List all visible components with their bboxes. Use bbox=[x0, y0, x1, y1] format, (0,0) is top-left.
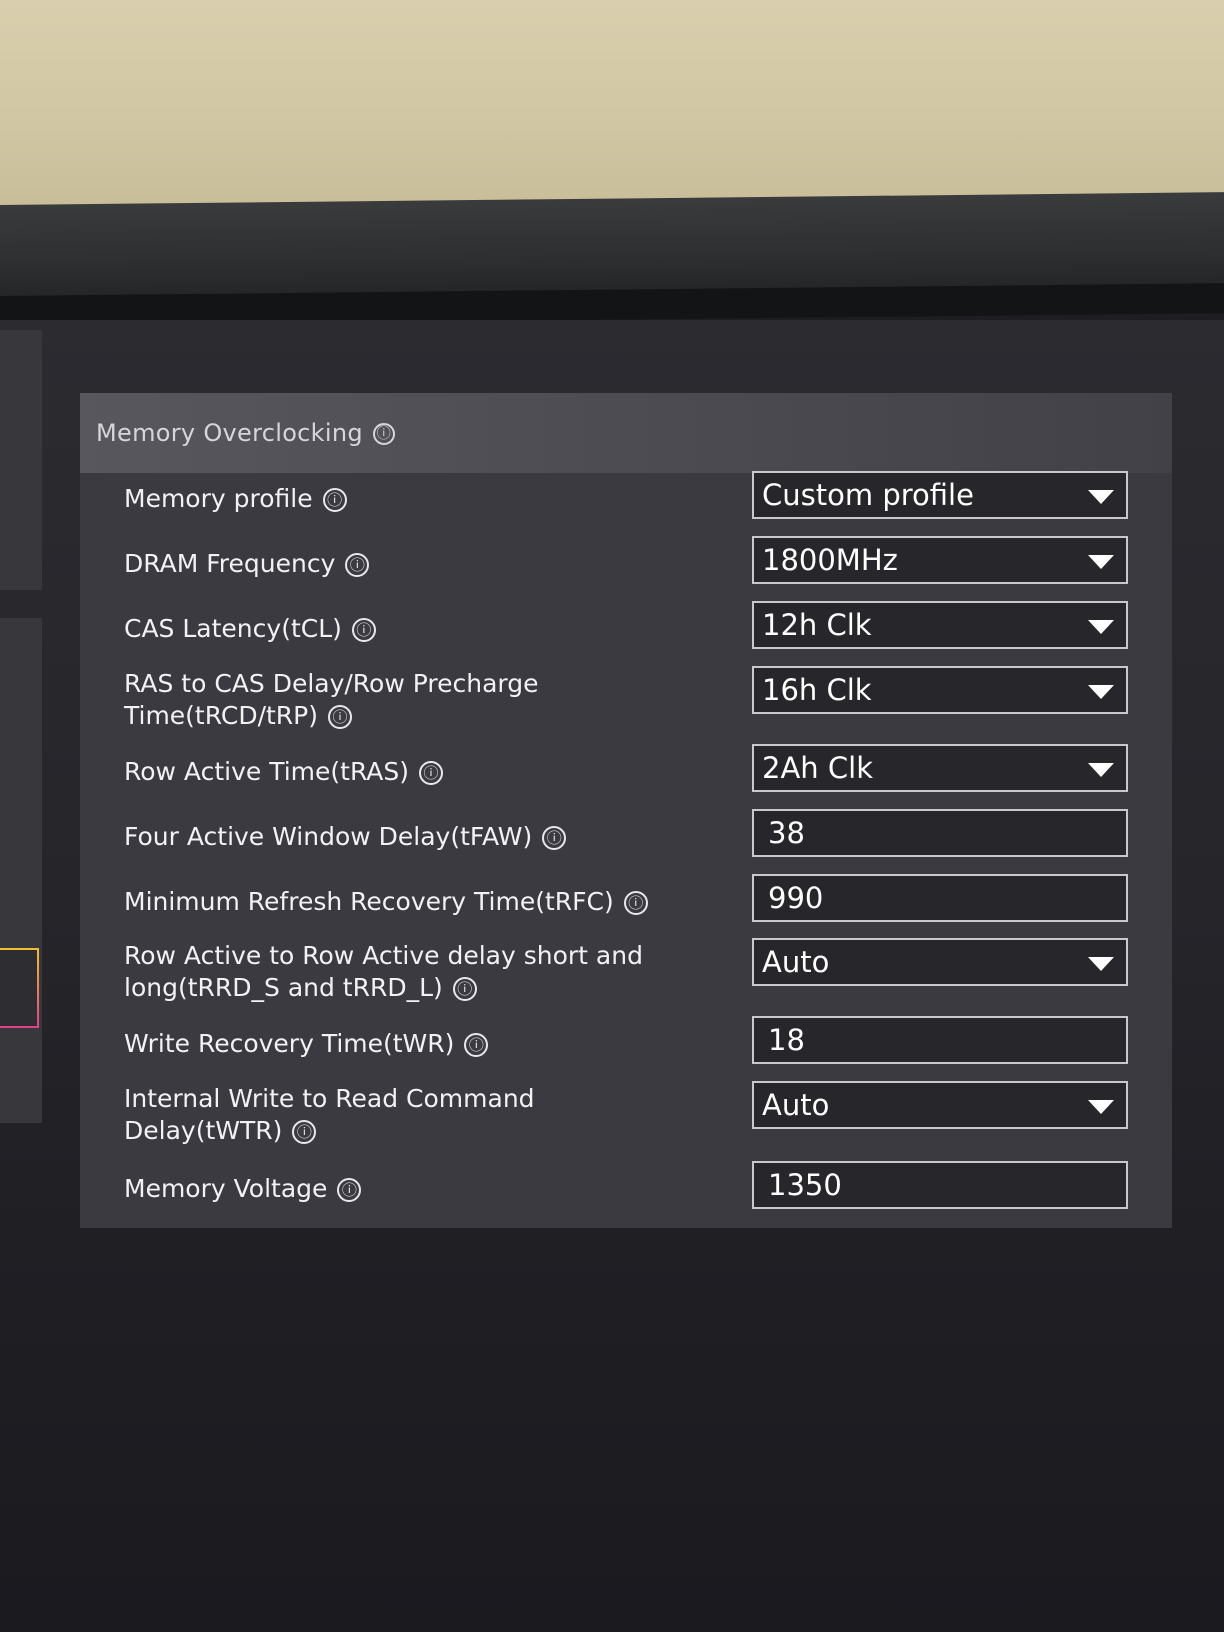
info-icon[interactable]: ⓘ bbox=[623, 891, 648, 915]
setting-label: Four Active Window Delay(tFAW) ⓘ bbox=[124, 821, 684, 853]
sidebar-item-selected[interactable] bbox=[0, 948, 39, 1028]
setting-label: RAS to CAS Delay/Row Precharge Time(tRCD… bbox=[124, 668, 684, 732]
dram-frequency-dropdown[interactable]: 1800MHz bbox=[752, 536, 1128, 584]
info-icon[interactable]: ⓘ bbox=[292, 1120, 317, 1144]
setting-label: DRAM Frequency ⓘ bbox=[124, 548, 684, 580]
setting-label: Memory profile ⓘ bbox=[124, 483, 684, 515]
tRFC-input[interactable]: 990 bbox=[752, 874, 1128, 922]
tFAW-input[interactable]: 38 bbox=[752, 809, 1128, 857]
setting-label: CAS Latency(tCL) ⓘ bbox=[124, 613, 684, 645]
memory-voltage-input[interactable]: 1350 bbox=[752, 1161, 1128, 1209]
background-wall bbox=[0, 0, 1224, 210]
setting-label-text: DRAM Frequency bbox=[124, 549, 336, 578]
info-icon[interactable]: ⓘ bbox=[464, 1033, 489, 1057]
info-icon[interactable]: ⓘ bbox=[419, 761, 444, 785]
info-icon[interactable]: ⓘ bbox=[328, 705, 352, 729]
dropdown-value: Auto bbox=[762, 1088, 830, 1122]
setting-label-text: CAS Latency(tCL) bbox=[124, 614, 342, 643]
info-icon[interactable]: ⓘ bbox=[542, 826, 567, 850]
dropdown-value: 16h Clk bbox=[762, 673, 872, 707]
tWR-input[interactable]: 18 bbox=[752, 1016, 1128, 1064]
memory-profile-dropdown[interactable]: Custom profile bbox=[752, 471, 1128, 519]
setting-label-text: Memory profile bbox=[124, 484, 313, 513]
info-icon[interactable]: ⓘ bbox=[452, 977, 477, 1001]
memory-overclocking-panel: Memory Overclocking ⓘ Memory profile ⓘ Cus… bbox=[80, 393, 1172, 1228]
tWTR-dropdown[interactable]: Auto bbox=[752, 1081, 1128, 1129]
setting-label: Write Recovery Time(tWR) ⓘ bbox=[124, 1028, 684, 1060]
setting-label-text-line2: Delay(tWTR) bbox=[124, 1116, 283, 1145]
chevron-down-icon[interactable] bbox=[1088, 490, 1114, 504]
setting-label: Minimum Refresh Recovery Time(tRFC) ⓘ bbox=[124, 886, 684, 918]
sidebar-item-lower[interactable] bbox=[0, 618, 42, 1123]
tRRD-dropdown[interactable]: Auto bbox=[752, 938, 1128, 986]
chevron-down-icon[interactable] bbox=[1088, 555, 1114, 569]
setting-label: Row Active to Row Active delay short and… bbox=[124, 940, 684, 1004]
dropdown-value: Custom profile bbox=[762, 478, 974, 512]
tRAS-dropdown[interactable]: 2Ah Clk bbox=[752, 744, 1128, 792]
info-icon[interactable]: ⓘ bbox=[351, 618, 376, 642]
sidebar-item-upper[interactable] bbox=[0, 330, 42, 590]
setting-label-text: Four Active Window Delay(tFAW) bbox=[124, 822, 533, 851]
setting-label-text-line2: Time(tRCD/tRP) bbox=[124, 701, 318, 730]
chevron-down-icon[interactable] bbox=[1088, 1100, 1114, 1114]
chevron-down-icon[interactable] bbox=[1088, 620, 1114, 634]
tRCD-tRP-dropdown[interactable]: 16h Clk bbox=[752, 666, 1128, 714]
setting-label: Internal Write to Read Command Delay(tWT… bbox=[124, 1083, 684, 1147]
input-value: 1350 bbox=[768, 1168, 842, 1202]
setting-label: Memory Voltage ⓘ bbox=[124, 1173, 684, 1205]
cas-latency-dropdown[interactable]: 12h Clk bbox=[752, 601, 1128, 649]
info-icon[interactable]: ⓘ bbox=[372, 423, 395, 445]
setting-label-text: Row Active Time(tRAS) bbox=[124, 757, 410, 786]
panel-title-text: Memory Overclocking bbox=[96, 419, 363, 447]
setting-label-text: Minimum Refresh Recovery Time(tRFC) bbox=[124, 887, 614, 916]
dropdown-value: Auto bbox=[762, 945, 830, 979]
setting-label: Row Active Time(tRAS) ⓘ bbox=[124, 756, 684, 788]
chevron-down-icon[interactable] bbox=[1088, 957, 1114, 971]
panel-header: Memory Overclocking ⓘ bbox=[80, 393, 1172, 473]
info-icon[interactable]: ⓘ bbox=[337, 1178, 362, 1202]
dropdown-value: 12h Clk bbox=[762, 608, 872, 642]
setting-label-text: RAS to CAS Delay/Row Precharge bbox=[124, 669, 539, 698]
setting-label-text: Row Active to Row Active delay short and bbox=[124, 941, 643, 970]
setting-label-text: Write Recovery Time(tWR) bbox=[124, 1029, 455, 1058]
input-value: 990 bbox=[768, 881, 824, 915]
setting-label-text: Internal Write to Read Command bbox=[124, 1084, 535, 1113]
dropdown-value: 2Ah Clk bbox=[762, 751, 873, 785]
chevron-down-icon[interactable] bbox=[1088, 685, 1114, 699]
input-value: 18 bbox=[768, 1023, 805, 1057]
setting-label-text-line2: long(tRRD_S and tRRD_L) bbox=[124, 973, 443, 1002]
input-value: 38 bbox=[768, 816, 805, 850]
panel-title: Memory Overclocking ⓘ bbox=[96, 419, 395, 447]
chevron-down-icon[interactable] bbox=[1088, 763, 1114, 777]
setting-label-text: Memory Voltage bbox=[124, 1174, 328, 1203]
info-icon[interactable]: ⓘ bbox=[345, 553, 370, 577]
dropdown-value: 1800MHz bbox=[762, 543, 898, 577]
info-icon[interactable]: ⓘ bbox=[322, 488, 347, 512]
